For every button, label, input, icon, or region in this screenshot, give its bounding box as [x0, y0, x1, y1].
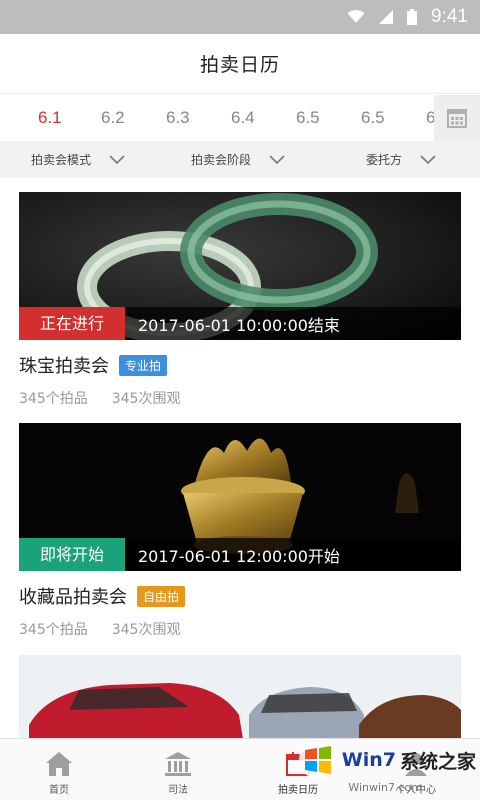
item-count: 345个拍品 — [19, 622, 88, 638]
cars-image — [19, 655, 461, 745]
filter-consignor[interactable]: 委托方 — [366, 141, 436, 178]
chevron-down-icon — [420, 154, 436, 164]
nav-label: 首页 — [49, 785, 69, 796]
home-icon — [46, 752, 72, 776]
date-tab[interactable]: 6.3 — [166, 95, 190, 141]
nav-label: 拍卖日历 — [278, 785, 318, 796]
watermark: Win7 系统之家 — [298, 740, 476, 780]
view-count: 345次围观 — [111, 622, 181, 638]
wifi-icon — [347, 10, 365, 23]
calendar-icon — [447, 109, 467, 128]
filter-stage[interactable]: 拍卖会阶段 — [191, 141, 285, 178]
court-icon — [165, 752, 191, 776]
nav-judicial[interactable]: 司法 — [138, 739, 218, 800]
page-header: 拍卖日历 — [0, 34, 480, 94]
auction-card[interactable]: 即将开始 2017-06-01 12:00:00开始 收藏品拍卖会 自由拍 34… — [19, 423, 461, 639]
date-tab[interactable]: 6.1 — [38, 95, 62, 141]
filter-mode[interactable]: 拍卖会模式 — [31, 141, 125, 178]
date-tab[interactable]: 6.5 — [296, 95, 320, 141]
auction-card[interactable]: 正在进行 2017-06-01 10:00:00结束 珠宝拍卖会 专业拍 345… — [19, 192, 461, 408]
nav-label: 司法 — [168, 785, 188, 796]
signal-icon — [379, 10, 394, 24]
auction-title: 珠宝拍卖会 — [19, 356, 109, 377]
auction-time: 2017-06-01 12:00:00开始 — [138, 546, 340, 566]
nav-home[interactable]: 首页 — [19, 739, 99, 800]
watermark-brand-b: 系统之家 — [399, 750, 476, 773]
watermark-url: Winwin7.com — [348, 781, 422, 794]
page-title: 拍卖日历 — [199, 54, 280, 76]
filter-bar: 拍卖会模式 拍卖会阶段 委托方 — [0, 141, 480, 178]
auction-title: 收藏品拍卖会 — [19, 587, 127, 608]
card-overlay: 正在进行 2017-06-01 10:00:00结束 — [19, 307, 461, 340]
auction-type-tag: 自由拍 — [137, 585, 186, 607]
status-time: 9:41 — [431, 6, 468, 27]
filter-label: 拍卖会模式 — [31, 153, 92, 167]
auction-time: 2017-06-01 10:00:00结束 — [138, 315, 340, 335]
item-count: 345个拍品 — [19, 391, 88, 407]
watermark-brand-a: Win7 — [341, 749, 396, 771]
chevron-down-icon — [269, 154, 285, 164]
calendar-button[interactable] — [434, 95, 480, 141]
battery-icon — [407, 9, 418, 25]
status-badge: 即将开始 — [19, 538, 125, 571]
view-count: 345次围观 — [111, 391, 181, 407]
filter-label: 委托方 — [366, 153, 403, 167]
filter-label: 拍卖会阶段 — [191, 153, 252, 167]
status-bar: 9:41 — [0, 0, 480, 34]
card-overlay: 即将开始 2017-06-01 12:00:00开始 — [19, 538, 461, 571]
date-tab[interactable]: 6.2 — [101, 95, 125, 141]
auction-card[interactable] — [19, 655, 461, 745]
auction-image-collectible: 即将开始 2017-06-01 12:00:00开始 — [19, 423, 461, 571]
auction-image-jade: 正在进行 2017-06-01 10:00:00结束 — [19, 192, 461, 340]
status-badge: 正在进行 — [19, 307, 125, 340]
auction-image-cars — [19, 655, 461, 745]
date-tab[interactable]: 6.4 — [231, 95, 255, 141]
date-strip: 6.1 6.2 6.3 6.4 6.5 6.5 6 — [0, 95, 480, 141]
auction-type-tag: 专业拍 — [119, 354, 168, 376]
date-tab[interactable]: 6.5 — [361, 95, 385, 141]
windows-logo-icon — [298, 741, 337, 779]
chevron-down-icon — [109, 154, 125, 164]
